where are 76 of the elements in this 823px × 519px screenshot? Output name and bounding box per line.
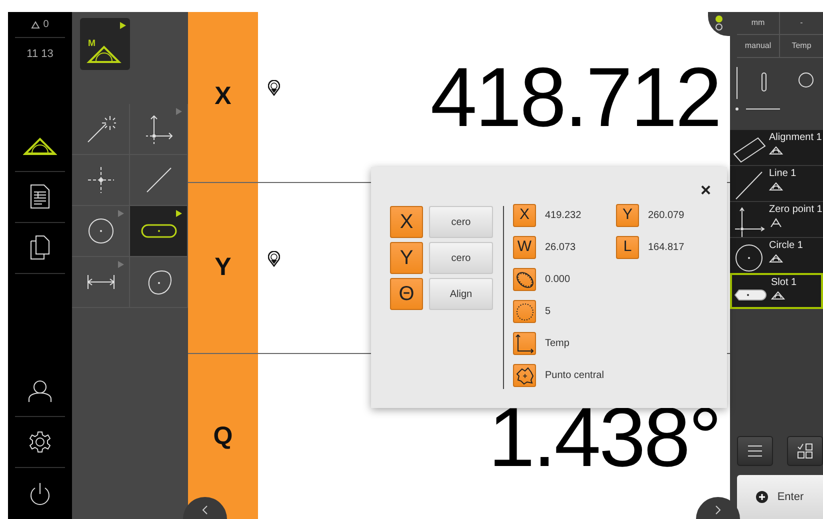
feature-name: Slot 1 xyxy=(771,277,797,288)
axis-label-button[interactable]: X xyxy=(188,12,258,182)
contour-center-icon xyxy=(513,364,536,387)
feature-name: Zero point 1 xyxy=(769,204,822,215)
setting-value[interactable]: manual xyxy=(737,35,780,58)
slot-tool-button[interactable] xyxy=(130,206,188,257)
feature-name: Circle 1 xyxy=(769,240,803,251)
menu-button[interactable] xyxy=(737,436,773,466)
axes-origin-icon xyxy=(144,114,174,144)
action-button[interactable]: Align xyxy=(429,278,493,310)
result-value: 5 xyxy=(545,305,551,319)
ellipse-fit-icon xyxy=(513,268,536,291)
files-icon xyxy=(30,235,50,260)
user-icon xyxy=(28,379,52,403)
clock-time: 11 13 xyxy=(26,47,54,62)
close-button[interactable]: × xyxy=(700,181,711,199)
feature-list-item[interactable]: Alignment 1 xyxy=(730,129,823,165)
chevron-right-icon xyxy=(715,504,721,515)
feature-list-item[interactable]: Slot 1 xyxy=(730,273,823,309)
feature-name: Alignment 1 xyxy=(769,132,822,143)
axis-button[interactable]: Y xyxy=(390,242,423,274)
slot-icon xyxy=(140,224,176,238)
axes-icon xyxy=(513,332,536,355)
axis-label-button[interactable]: Y xyxy=(188,183,258,353)
circle-icon xyxy=(86,217,114,245)
axis-readout: 1.438° xyxy=(488,394,721,478)
line-icon xyxy=(144,166,172,194)
feature-name: Line 1 xyxy=(769,168,796,179)
checklist-button[interactable] xyxy=(787,436,823,466)
feature-list-item[interactable]: Zero point 1 xyxy=(730,201,823,237)
action-button[interactable]: cero xyxy=(429,206,493,238)
setting-value[interactable]: mm xyxy=(737,12,780,35)
axis-readout: 418.712 xyxy=(430,55,721,139)
warning-triangle-icon xyxy=(31,20,40,28)
checklist-icon xyxy=(797,443,813,459)
axis-label: X xyxy=(513,204,536,227)
measure-triangle-icon xyxy=(23,136,57,154)
submenu-arrow-icon xyxy=(176,108,182,115)
feature-list-item[interactable]: Circle 1 xyxy=(730,237,823,273)
warning-count: 0 xyxy=(43,18,49,32)
distance-tool-button[interactable] xyxy=(72,257,130,308)
action-button[interactable]: cero xyxy=(429,242,493,274)
result-value: Temp xyxy=(545,337,570,351)
result-value: Punto central xyxy=(545,369,604,383)
axis-label: Y xyxy=(616,204,639,227)
axis-button[interactable]: Θ xyxy=(390,278,423,310)
slot-icon xyxy=(734,289,768,301)
distance-arrow-icon xyxy=(86,274,114,290)
result-value: 0.000 xyxy=(545,273,570,287)
axis-button[interactable]: X xyxy=(390,206,423,238)
dotted-circle-icon xyxy=(513,300,536,323)
result-value: 164.817 xyxy=(648,241,684,255)
submenu-arrow-icon xyxy=(118,210,124,217)
enter-button[interactable]: Enter xyxy=(737,475,823,519)
setting-value[interactable]: - xyxy=(780,12,823,35)
axis-label: W xyxy=(513,236,536,259)
result-value: 26.073 xyxy=(545,241,576,255)
settings-icon xyxy=(29,431,51,453)
axis-label: L xyxy=(616,236,639,259)
chevron-left-icon xyxy=(202,504,208,515)
status-lights-icon xyxy=(715,15,723,31)
report-document-icon xyxy=(30,184,50,209)
menu-icon xyxy=(748,445,762,457)
setting-value[interactable]: Temp xyxy=(780,35,823,58)
result-value: 260.079 xyxy=(648,209,684,223)
submenu-arrow-icon xyxy=(176,210,182,217)
magic-wand-icon xyxy=(86,114,116,144)
axis-label-button[interactable]: Q xyxy=(188,354,258,519)
result-value: 419.232 xyxy=(545,209,582,223)
measure-mode-button[interactable]: M xyxy=(80,18,130,70)
submenu-arrow-icon xyxy=(120,22,126,29)
point-crosshair-icon xyxy=(88,167,114,193)
plus-circle-icon xyxy=(756,491,768,503)
power-icon xyxy=(29,482,51,506)
submenu-arrow-icon xyxy=(118,261,124,268)
feature-list-item[interactable]: Line 1 xyxy=(730,165,823,201)
